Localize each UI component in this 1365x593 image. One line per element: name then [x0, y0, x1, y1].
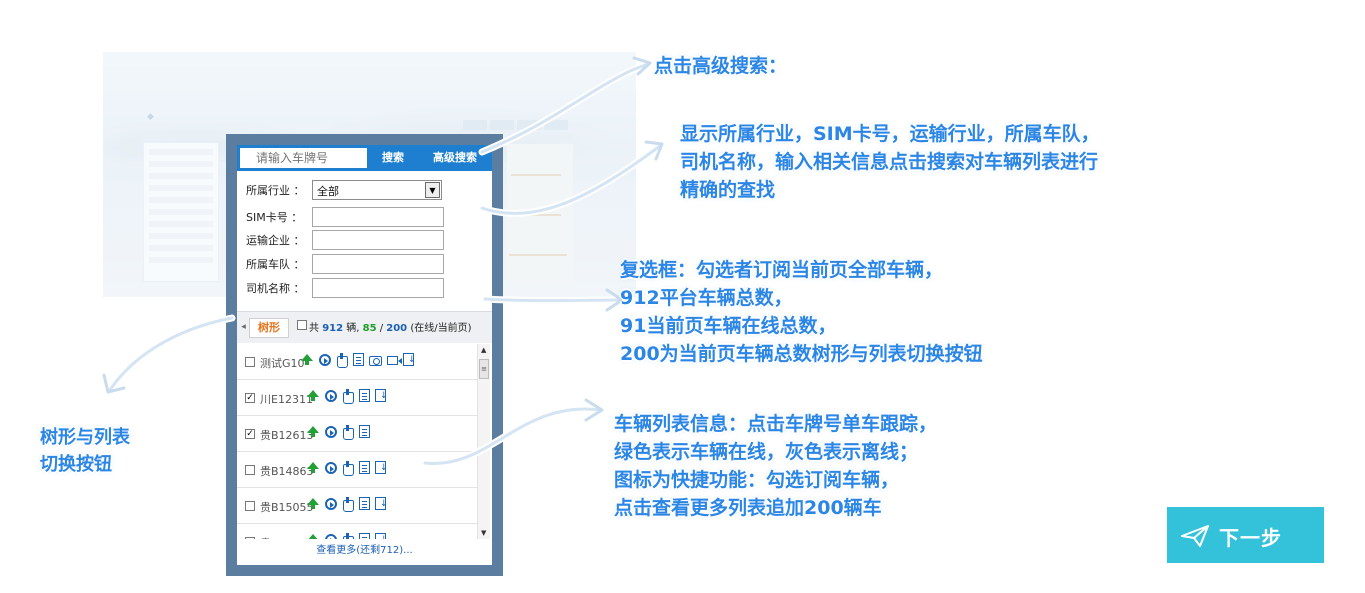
annotation-filters-line2: 司机名称，输入相关信息点击搜索对车辆列表进行	[680, 151, 1099, 173]
annotation-advanced-search: 点击高级搜索：	[654, 52, 787, 80]
annotation-vehicle-list: 车辆列表信息：点击车牌号单车跟踪， 绿色表示车辆在线，灰色表示离线； 图标为快捷…	[614, 410, 937, 522]
annotation-list-line4: 点击查看更多列表追加200辆车	[614, 497, 882, 519]
annotation-checkbox-line4: 200为当前页车辆总数树形与列表切换按钮	[620, 343, 983, 365]
arrow-tree-toggle	[108, 316, 234, 392]
next-step-button[interactable]: 下一步	[1167, 507, 1324, 563]
annotation-tree-toggle: 树形与列表 切换按钮	[40, 424, 130, 478]
annotation-tree-line1: 树形与列表	[40, 427, 130, 448]
annotation-filters-line1: 显示所属行业，SIM卡号，运输行业，所属车队，	[680, 123, 1100, 145]
arrow-vehicle-list	[423, 407, 602, 465]
annotation-filters: 显示所属行业，SIM卡号，运输行业，所属车队， 司机名称，输入相关信息点击搜索对…	[680, 120, 1100, 204]
annotation-list-line2: 绿色表示车辆在线，灰色表示离线；	[614, 441, 919, 463]
arrow-heads	[102, 56, 664, 422]
annotation-advanced-search-text: 点击高级搜索：	[654, 55, 788, 77]
annotation-list-line1: 车辆列表信息：点击车牌号单车跟踪，	[614, 413, 938, 435]
paper-plane-icon	[1181, 525, 1209, 547]
annotation-checkbox: 复选框：勾选者订阅当前页全部车辆， 912平台车辆总数， 91当前页车辆在线总数…	[620, 256, 983, 368]
arrow-checkbox	[483, 297, 622, 303]
annotation-list-line3: 图标为快捷功能：勾选订阅车辆，	[614, 469, 900, 491]
next-step-label: 下一步	[1219, 526, 1282, 550]
annotation-tree-line2: 切换按钮	[40, 454, 112, 475]
annotation-filters-line3: 精确的查找	[680, 179, 776, 201]
arrow-outlines	[106, 60, 664, 467]
annotation-checkbox-line3: 91当前页车辆在线总数，	[620, 315, 837, 337]
arrow-lines	[108, 62, 662, 465]
annotation-checkbox-line2: 912平台车辆总数，	[620, 287, 793, 309]
annotation-checkbox-line1: 复选框：勾选者订阅当前页全部车辆，	[620, 259, 944, 281]
